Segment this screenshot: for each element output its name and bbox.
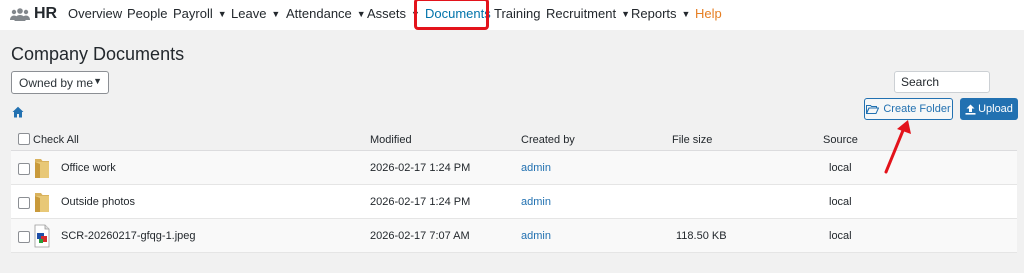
- file-source: local: [829, 196, 852, 208]
- file-created-by[interactable]: admin: [521, 162, 551, 174]
- nav-help[interactable]: Help: [695, 6, 722, 21]
- owner-filter-select[interactable]: Owned by me ▼: [11, 71, 109, 94]
- nav-assets-label: Assets: [367, 6, 407, 21]
- file-modified: 2026-02-17 1:24 PM: [370, 196, 471, 208]
- nav-recruitment[interactable]: Recruitment ▼: [546, 6, 630, 21]
- created-by-header[interactable]: Created by: [521, 134, 575, 146]
- arrow-annotation: [884, 120, 911, 174]
- nav-payroll-label: Payroll: [173, 6, 213, 21]
- upload-label: Upload: [978, 103, 1013, 115]
- check-all-label[interactable]: Check All: [33, 134, 79, 146]
- file-modified: 2026-02-17 1:24 PM: [370, 162, 471, 174]
- file-name[interactable]: Outside photos: [61, 196, 135, 208]
- nav-people-label: People: [127, 6, 168, 21]
- brand[interactable]: HR: [10, 4, 57, 24]
- nav-payroll[interactable]: Payroll ▼: [173, 6, 227, 21]
- nav-leave[interactable]: Leave ▼: [231, 6, 280, 21]
- create-folder-button[interactable]: Create Folder: [864, 98, 953, 120]
- owner-filter-value: Owned by me: [19, 76, 94, 90]
- chevron-down-icon: ▼: [271, 9, 281, 19]
- source-header[interactable]: Source: [823, 134, 858, 146]
- file-modified: 2026-02-17 7:07 AM: [370, 230, 470, 242]
- file-source: local: [829, 230, 852, 242]
- nav-training-label: Training: [494, 6, 541, 21]
- file-source: local: [829, 162, 852, 174]
- folder-icon[interactable]: [33, 156, 51, 180]
- row-checkbox[interactable]: [18, 163, 30, 175]
- nav-overview[interactable]: Overview: [68, 6, 122, 21]
- file-created-by[interactable]: admin: [521, 196, 551, 208]
- row-checkbox[interactable]: [18, 231, 30, 243]
- chevron-down-icon: ▼: [93, 76, 102, 86]
- table-row[interactable]: Outside photos 2026-02-17 1:24 PM admin …: [11, 185, 1017, 219]
- brand-name: HR: [34, 5, 58, 22]
- nav-reports[interactable]: Reports ▼: [631, 6, 690, 21]
- file-name[interactable]: Office work: [61, 162, 116, 174]
- table-header: Check All Modified Created by File size …: [11, 128, 1017, 151]
- nav-assets[interactable]: Assets ▼: [367, 6, 420, 21]
- nav-overview-label: Overview: [68, 6, 123, 21]
- highlight-annotation: [414, 0, 489, 30]
- home-icon[interactable]: [12, 106, 24, 118]
- folder-open-icon: [866, 105, 880, 114]
- file-size: 118.50 KB: [676, 230, 727, 242]
- table-row[interactable]: SCR-20260217-gfqg-1.jpeg 2026-02-17 7:07…: [11, 219, 1017, 253]
- file-size-header[interactable]: File size: [672, 134, 712, 146]
- chevron-down-icon: ▼: [217, 9, 227, 19]
- top-nav: HR Overview People Payroll ▼ Leave ▼ Atten…: [0, 0, 1024, 30]
- users-icon: [10, 8, 30, 21]
- nav-reports-label: Reports: [631, 6, 677, 21]
- nav-training[interactable]: Training: [494, 6, 540, 21]
- nav-attendance[interactable]: Attendance ▼: [286, 6, 366, 21]
- folder-icon[interactable]: [33, 190, 51, 214]
- create-folder-label: Create Folder: [883, 103, 951, 115]
- chevron-down-icon: ▼: [621, 9, 630, 19]
- upload-button[interactable]: Upload: [960, 98, 1018, 120]
- nav-recruitment-label: Recruitment: [546, 6, 617, 21]
- nav-attendance-label: Attendance: [286, 6, 352, 21]
- nav-people[interactable]: People: [127, 6, 167, 21]
- file-name[interactable]: SCR-20260217-gfqg-1.jpeg: [61, 230, 196, 242]
- check-all-checkbox[interactable]: [18, 133, 30, 145]
- file-created-by[interactable]: admin: [521, 230, 551, 242]
- upload-icon: [965, 104, 976, 115]
- nav-help-label: Help: [695, 6, 722, 21]
- chevron-down-icon: ▼: [356, 9, 366, 19]
- table-row[interactable]: Office work 2026-02-17 1:24 PM admin loc…: [11, 151, 1017, 185]
- documents-table: Check All Modified Created by File size …: [11, 128, 1017, 253]
- page-title: Company Documents: [11, 44, 185, 64]
- chevron-down-icon: ▼: [681, 9, 691, 19]
- modified-header[interactable]: Modified: [370, 134, 412, 146]
- image-file-icon[interactable]: [33, 224, 51, 248]
- nav-leave-label: Leave: [231, 6, 267, 21]
- search-input[interactable]: [894, 71, 990, 93]
- row-checkbox[interactable]: [18, 197, 30, 209]
